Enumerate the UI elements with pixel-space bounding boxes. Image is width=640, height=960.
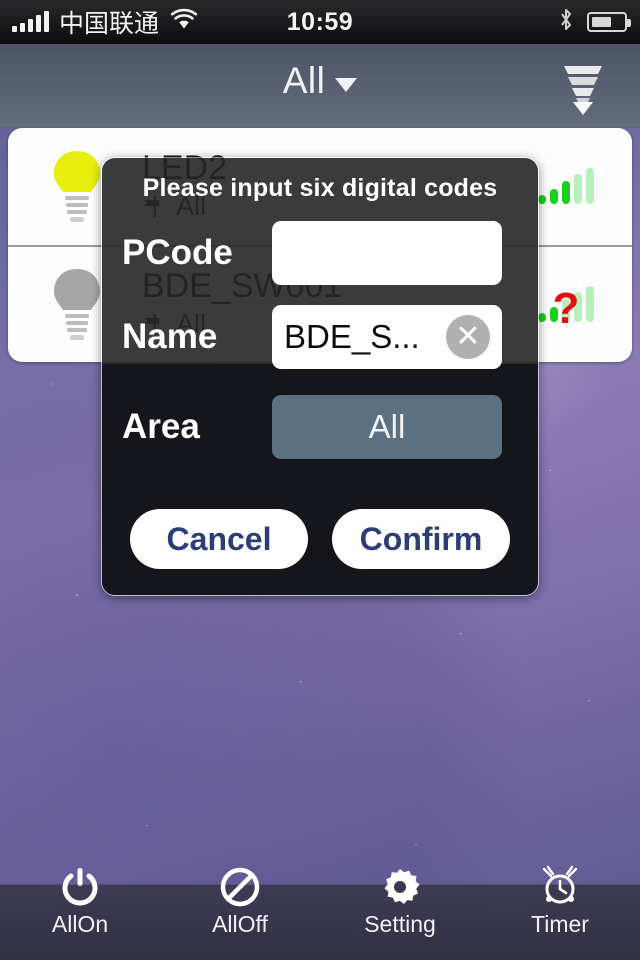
- name-field[interactable]: ✕: [272, 305, 502, 369]
- dialog-content: Please input six digital codes PCode Nam…: [102, 158, 538, 595]
- area-dropdown[interactable]: All: [0, 60, 640, 102]
- tab-timer[interactable]: Timer: [480, 865, 640, 960]
- battery-icon: [587, 12, 631, 32]
- power-icon: [58, 865, 102, 909]
- page-title: All: [282, 60, 326, 101]
- signal-unknown-icon: ?: [536, 283, 602, 333]
- tab-alloff-label: AllOff: [212, 911, 268, 937]
- tab-alloff[interactable]: AllOff: [160, 867, 320, 960]
- tab-bar: AllOn AllOff Setting Timer: [0, 865, 640, 960]
- app-screen: 中国联通 10:59 All ? Please input six digita…: [0, 0, 640, 960]
- input-code-dialog: Please input six digital codes PCode Nam…: [101, 157, 539, 596]
- clear-circle-icon[interactable]: ✕: [446, 315, 490, 359]
- prohibited-icon: [218, 865, 262, 909]
- area-select-button[interactable]: All: [272, 395, 502, 459]
- dialog-actions: Cancel Confirm: [102, 509, 538, 569]
- cancel-button[interactable]: Cancel: [130, 509, 308, 569]
- pcode-field[interactable]: [272, 221, 502, 285]
- confirm-button[interactable]: Confirm: [332, 509, 510, 569]
- tab-setting[interactable]: Setting: [320, 869, 480, 960]
- area-row: Area All: [102, 394, 538, 460]
- pcode-label: PCode: [122, 233, 233, 272]
- bulb-on-icon[interactable]: [46, 147, 108, 227]
- signal-strength-icon: [536, 165, 602, 209]
- app-header: All: [0, 44, 640, 128]
- name-row: Name ✕: [102, 304, 538, 370]
- alarm-clock-icon: [538, 865, 582, 909]
- tab-timer-label: Timer: [531, 911, 589, 937]
- tab-setting-label: Setting: [364, 911, 436, 937]
- bulb-off-icon[interactable]: [46, 265, 108, 345]
- pcode-input[interactable]: [284, 234, 490, 272]
- svg-text:?: ?: [553, 284, 580, 327]
- area-label: Area: [122, 407, 200, 446]
- name-label: Name: [122, 317, 218, 356]
- status-bar: 中国联通 10:59: [0, 0, 640, 44]
- pcode-row: PCode: [102, 220, 538, 286]
- gear-icon: [378, 865, 422, 909]
- name-input[interactable]: [284, 318, 446, 356]
- chevron-down-icon: [335, 77, 358, 92]
- tab-allon[interactable]: AllOn: [0, 868, 160, 960]
- tab-allon-label: AllOn: [51, 911, 109, 937]
- clock-label: 10:59: [286, 7, 354, 36]
- dialog-title: Please input six digital codes: [142, 174, 498, 202]
- funnel-filter-icon[interactable]: [554, 60, 612, 118]
